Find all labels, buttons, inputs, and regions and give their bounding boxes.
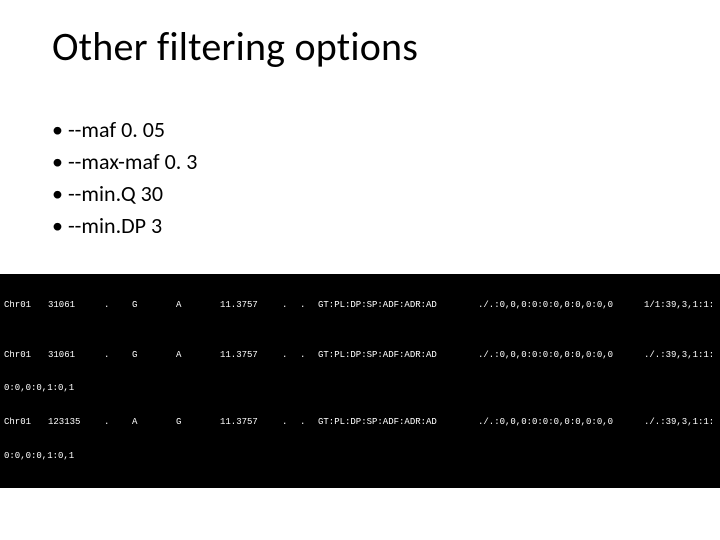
- col-ref: A: [132, 417, 176, 428]
- bullet-item: --min.DP 3: [52, 210, 197, 242]
- bullet-list: --maf 0. 05 --max-maf 0. 3 --min.Q 30 --…: [52, 114, 197, 242]
- col-info: .: [300, 350, 318, 361]
- col-alt: A: [176, 350, 220, 361]
- col-format: GT:PL:DP:SP:ADF:ADR:AD: [318, 417, 478, 428]
- col-qual: 11.3757: [220, 350, 282, 361]
- col-id: .: [104, 350, 132, 361]
- col-sample1: ./.:0,0,0:0:0:0,0:0,0:0,0: [478, 417, 644, 428]
- col-filter: .: [282, 300, 300, 311]
- slide-title: Other filtering options: [52, 22, 418, 71]
- terminal-output-2: Chr01 31061 . G A 11.3757 . . GT:PL:DP:S…: [0, 324, 720, 488]
- vcf-row: Chr01 123135 . A G 11.3757 . . GT:PL:DP:…: [4, 417, 716, 428]
- col-pos: 123135: [48, 417, 104, 428]
- vcf-row-wrap: 0:0,0:0,1:0,1: [4, 451, 716, 462]
- col-chrom: Chr01: [4, 417, 48, 428]
- col-ref: G: [132, 350, 176, 361]
- col-qual: 11.3757: [220, 417, 282, 428]
- col-sample2: ./.:39,3,1:1:: [644, 417, 716, 428]
- col-format: GT:PL:DP:SP:ADF:ADR:AD: [318, 300, 478, 311]
- bullet-item: --max-maf 0. 3: [52, 146, 197, 178]
- col-filter: .: [282, 417, 300, 428]
- col-info: .: [300, 417, 318, 428]
- col-id: .: [104, 300, 132, 311]
- col-sample1: ./.:0,0,0:0:0:0,0:0,0:0,0: [478, 300, 644, 311]
- col-ref: G: [132, 300, 176, 311]
- col-format: GT:PL:DP:SP:ADF:ADR:AD: [318, 350, 478, 361]
- col-sample1: ./.:0,0,0:0:0:0,0:0,0:0,0: [478, 350, 644, 361]
- col-sample2: 1/1:39,3,1:1:: [644, 300, 716, 311]
- slide: Other filtering options --maf 0. 05 --ma…: [0, 0, 720, 540]
- col-pos: 31061: [48, 350, 104, 361]
- vcf-row-wrap: 0:0,0:0,1:0,1: [4, 383, 716, 394]
- bullet-item: --maf 0. 05: [52, 114, 197, 146]
- col-id: .: [104, 417, 132, 428]
- col-info: .: [300, 300, 318, 311]
- col-alt: A: [176, 300, 220, 311]
- bullet-item: --min.Q 30: [52, 178, 197, 210]
- vcf-row: Chr01 31061 . G A 11.3757 . . GT:PL:DP:S…: [4, 350, 716, 361]
- col-filter: .: [282, 350, 300, 361]
- col-chrom: Chr01: [4, 350, 48, 361]
- col-chrom: Chr01: [4, 300, 48, 311]
- col-pos: 31061: [48, 300, 104, 311]
- col-sample2: ./.:39,3,1:1:: [644, 350, 716, 361]
- col-alt: G: [176, 417, 220, 428]
- col-qual: 11.3757: [220, 300, 282, 311]
- vcf-row: Chr01 31061 . G A 11.3757 . . GT:PL:DP:S…: [4, 300, 716, 311]
